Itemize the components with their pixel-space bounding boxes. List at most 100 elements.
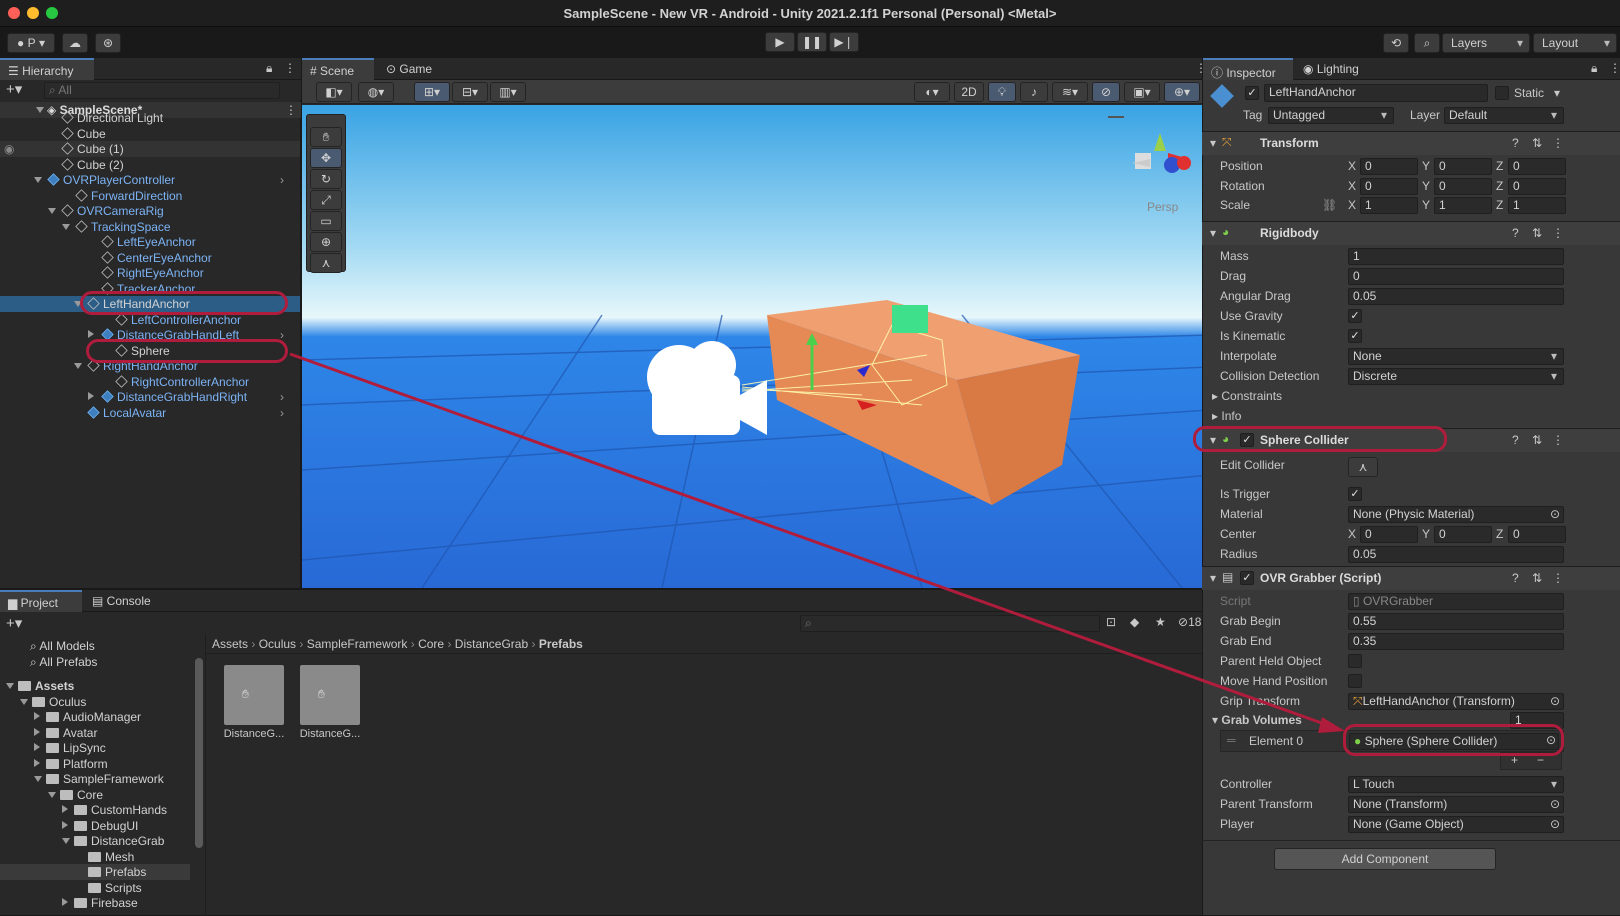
hierarchy-item[interactable]: TrackingSpace	[0, 219, 300, 235]
preset-icon[interactable]: ⇅	[1532, 136, 1542, 150]
star-icon[interactable]: ★	[1155, 615, 1166, 629]
folder-item[interactable]: Core	[0, 787, 190, 803]
vector-field[interactable]: 1	[1360, 197, 1418, 214]
add-component-button[interactable]: Add Component	[1274, 848, 1496, 870]
camera-dropdown[interactable]: ▣▾	[1124, 82, 1160, 102]
hierarchy-item[interactable]: Cube	[0, 126, 300, 142]
object-picker-icon[interactable]: ⊙	[1550, 504, 1560, 524]
pause-button[interactable]: ❚❚	[797, 32, 827, 52]
help-icon[interactable]: ?	[1512, 226, 1519, 240]
expand-icon[interactable]	[62, 219, 73, 235]
collab-icon[interactable]: ⊛	[95, 33, 121, 53]
hierarchy-item[interactable]: Directional Light	[0, 110, 300, 126]
angular-drag-field[interactable]: 0.05	[1348, 288, 1564, 305]
tab-scene[interactable]: # Scene	[302, 58, 374, 80]
hand-tool-icon[interactable]: ✋︎	[310, 127, 342, 147]
drag-field[interactable]: 0	[1348, 268, 1564, 285]
folder-item[interactable]: CustomHands	[0, 802, 190, 818]
grab-begin-field[interactable]: 0.55	[1348, 613, 1564, 630]
help-icon[interactable]: ?	[1512, 136, 1519, 150]
tab-hierarchy[interactable]: ☰ Hierarchy	[0, 58, 94, 80]
link-icon[interactable]: ⛓	[1322, 195, 1337, 215]
chevron-right-icon[interactable]: ›	[280, 172, 284, 188]
breadcrumb-item[interactable]: Oculus	[259, 637, 296, 651]
expand-icon[interactable]	[20, 694, 31, 710]
expand-icon[interactable]	[48, 203, 59, 219]
hidden-count[interactable]: ⊘18	[1178, 615, 1201, 629]
constraints-row[interactable]: ▸ Constraints	[1210, 386, 1620, 406]
asset-thumb[interactable]: ✋︎	[224, 665, 284, 725]
lock-icon[interactable]: 🔒︎	[1591, 61, 1597, 76]
rotate-tool-icon[interactable]: ↻	[310, 169, 342, 189]
ruler-icon[interactable]: ▥▾	[490, 82, 526, 102]
radius-field[interactable]: 0.05	[1348, 546, 1564, 563]
expand-icon[interactable]	[74, 358, 85, 374]
grid-toggle[interactable]: ⊟▾	[452, 82, 488, 102]
hierarchy-item[interactable]: CenterEyeAnchor	[0, 250, 300, 266]
snap-toggle[interactable]: ⊞▾	[414, 82, 450, 102]
folder-item[interactable]: Mesh	[0, 849, 190, 865]
controller-dropdown[interactable]: L Touch	[1348, 776, 1564, 793]
account-dropdown[interactable]: ● P ▾	[7, 33, 55, 53]
player-field[interactable]: None (Game Object)	[1348, 816, 1564, 833]
render-mode-dropdown[interactable]: ◍▾	[358, 82, 394, 102]
expand-icon[interactable]	[34, 709, 43, 725]
tab-lighting[interactable]: ◉ Lighting	[1295, 58, 1385, 80]
mode-2d-toggle[interactable]: 2D	[954, 82, 984, 102]
more-icon[interactable]: ⋮	[1552, 433, 1564, 447]
is-kinematic-checkbox[interactable]: ✓	[1348, 329, 1362, 343]
project-search-input[interactable]: ⌕	[800, 615, 1100, 632]
info-row[interactable]: ▸ Info	[1210, 406, 1620, 426]
expand-icon[interactable]	[62, 818, 71, 834]
transform-header[interactable]: ▾ ⤧ Transform ? ⇅ ⋮	[1202, 131, 1620, 155]
folder-item[interactable]: DebugUI	[0, 818, 190, 834]
rect-tool-icon[interactable]: ▭	[310, 211, 342, 231]
favorite-item[interactable]: ⌕ All Prefabs	[30, 654, 97, 670]
active-checkbox[interactable]: ✓	[1245, 86, 1259, 100]
more-icon[interactable]: ⋮	[1609, 61, 1620, 75]
projection-label[interactable]: Persp	[1147, 200, 1178, 214]
preset-icon[interactable]: ⇅	[1532, 433, 1542, 447]
breadcrumb-item[interactable]: DistanceGrab	[455, 637, 528, 651]
chevron-right-icon[interactable]: ›	[280, 389, 284, 405]
breadcrumb-item[interactable]: Core	[418, 637, 444, 651]
hierarchy-item[interactable]: Cube (2)	[0, 157, 300, 173]
breadcrumb-item[interactable]: SampleFramework	[307, 637, 408, 651]
asset-label[interactable]: DistanceG...	[294, 728, 366, 740]
expand-icon[interactable]	[48, 787, 59, 803]
history-icon[interactable]: ⟲	[1383, 33, 1409, 53]
hierarchy-item[interactable]: OVRPlayerController ›	[0, 172, 300, 188]
static-checkbox[interactable]	[1495, 86, 1509, 100]
folder-item[interactable]: Oculus	[0, 694, 190, 710]
object-picker-icon[interactable]: ⊙	[1550, 794, 1560, 814]
move-tool-icon[interactable]: ✥	[310, 148, 342, 168]
vector-field[interactable]: 0	[1434, 178, 1492, 195]
expand-icon[interactable]	[62, 833, 73, 849]
more-icon[interactable]: ⋮	[1552, 571, 1564, 585]
vector-field[interactable]: 0	[1508, 178, 1566, 195]
vector-field[interactable]: 1	[1508, 197, 1566, 214]
visibility-icon[interactable]: ⊘	[1092, 82, 1120, 102]
scale-tool-icon[interactable]: ⤢	[310, 190, 342, 210]
more-icon[interactable]: ⋮	[284, 61, 296, 75]
add-icon[interactable]: +▾	[6, 614, 22, 632]
shading-dropdown[interactable]: ◐▾	[914, 82, 950, 102]
folder-item[interactable]: AudioManager	[0, 709, 190, 725]
help-icon[interactable]: ?	[1512, 571, 1519, 585]
rigidbody-header[interactable]: ▾ ◕ Rigidbody ? ⇅ ⋮	[1202, 221, 1620, 245]
hierarchy-item[interactable]: OVRCameraRig	[0, 203, 300, 219]
asset-thumb[interactable]: ✋︎	[300, 665, 360, 725]
more-icon[interactable]: ⋮	[1552, 136, 1564, 150]
more-icon[interactable]: ⋮	[1552, 226, 1564, 240]
vector-field[interactable]: 0	[1508, 526, 1566, 543]
ovr-grabber-enabled-checkbox[interactable]: ✓	[1240, 571, 1254, 585]
help-icon[interactable]: ?	[1512, 433, 1519, 447]
expand-icon[interactable]	[34, 172, 45, 188]
expand-icon[interactable]	[88, 389, 97, 405]
audio-icon[interactable]: ♪	[1020, 82, 1048, 102]
vector-field[interactable]: 1	[1434, 197, 1492, 214]
object-name-field[interactable]: LeftHandAnchor	[1264, 84, 1488, 102]
hierarchy-item[interactable]: ForwardDirection	[0, 188, 300, 204]
folder-item[interactable]: LipSync	[0, 740, 190, 756]
preset-icon[interactable]: ⇅	[1532, 226, 1542, 240]
